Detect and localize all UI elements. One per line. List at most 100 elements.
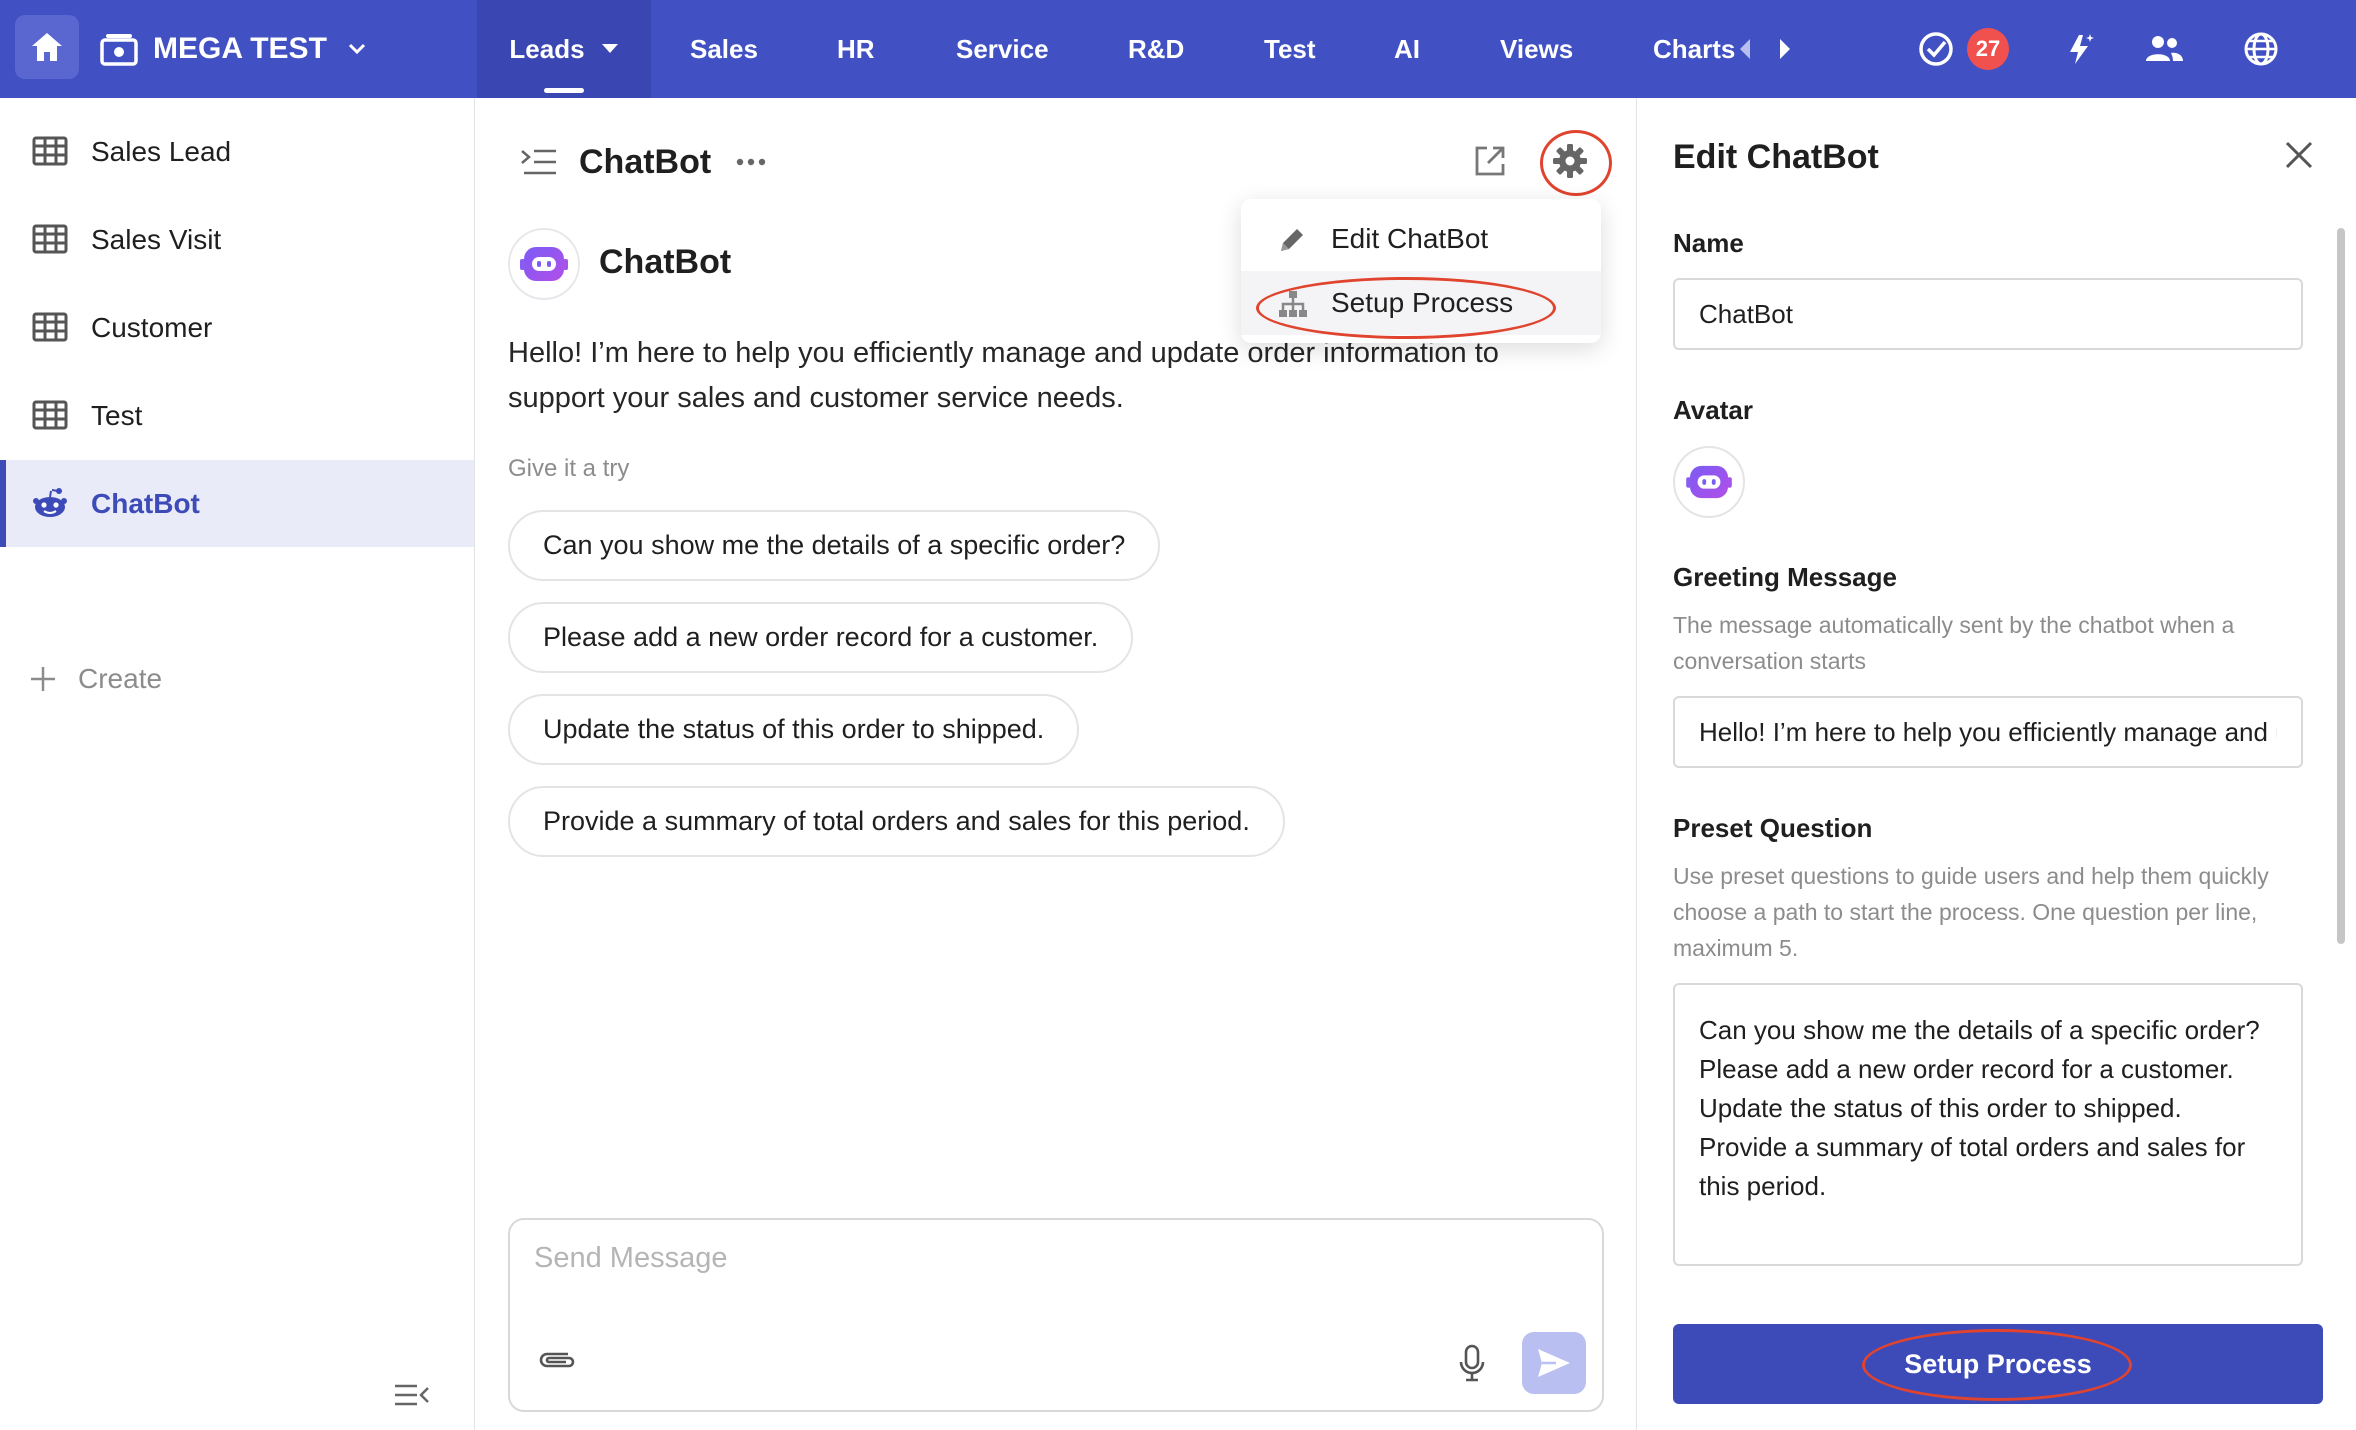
workspace-icon <box>100 34 138 66</box>
sidebar: Sales Lead Sales Visit Customer Test Cha… <box>0 98 475 1430</box>
settings-dropdown-menu: Edit ChatBot Setup Process <box>1241 199 1601 343</box>
pencil-icon <box>1281 229 1303 251</box>
page-title: ChatBot <box>579 143 712 181</box>
paperclip-icon <box>539 1352 575 1368</box>
tab-views[interactable]: Views <box>1500 0 1573 98</box>
greeting-message-field[interactable] <box>1673 696 2303 768</box>
panel-scrollbar[interactable] <box>2337 228 2345 944</box>
suggestion-chip[interactable]: Can you show me the details of a specifi… <box>508 510 1161 581</box>
caret-left-icon <box>1740 39 1750 59</box>
module-tabs: Leads <box>477 0 651 98</box>
plus-icon <box>31 667 55 691</box>
attach-button[interactable] <box>536 1348 578 1377</box>
workspace-name: MEGA TEST <box>153 32 327 65</box>
tab-hr[interactable]: HR <box>837 0 875 98</box>
preset-question-field[interactable] <box>1673 983 2303 1266</box>
close-icon <box>2285 141 2313 169</box>
caret-down-icon <box>601 44 618 53</box>
more-horizontal-icon <box>736 158 766 166</box>
tab-charts[interactable]: Charts <box>1653 0 1735 98</box>
setup-process-button[interactable]: Setup Process <box>1673 1324 2323 1404</box>
more-options-button[interactable] <box>736 154 766 172</box>
table-icon <box>32 136 68 166</box>
preset-question-help: Use preset questions to guide users and … <box>1673 863 2269 961</box>
greeting-message-label: Greeting Message <box>1673 562 1897 592</box>
table-icon <box>32 400 68 430</box>
sidebar-item-label: Sales Visit <box>91 223 222 255</box>
send-button[interactable] <box>1522 1332 1586 1394</box>
chevron-down-icon <box>348 43 365 55</box>
sidebar-item-test[interactable]: Test <box>0 372 474 459</box>
table-icon <box>32 312 68 342</box>
collapse-menu-icon <box>395 1384 429 1406</box>
org-chart-icon <box>1279 291 1307 317</box>
menu-item-label: Edit ChatBot <box>1331 223 1489 254</box>
automation-button[interactable] <box>2054 24 2104 74</box>
lightning-sparkle-icon <box>2070 34 2094 64</box>
home-icon <box>32 33 62 61</box>
tab-label: Leads <box>509 33 585 64</box>
scroll-tabs-right-button[interactable] <box>1770 24 1800 74</box>
tab-leads[interactable]: Leads <box>477 0 651 98</box>
robot-face-icon <box>520 247 568 281</box>
workspace-switcher[interactable]: MEGA TEST <box>99 0 367 98</box>
sidebar-item-sales-lead[interactable]: Sales Lead <box>0 108 474 195</box>
menu-item-setup-process[interactable]: Setup Process <box>1241 271 1601 335</box>
robot-face-icon <box>1686 465 1732 499</box>
active-tab-indicator <box>544 88 584 93</box>
sidebar-item-sales-visit[interactable]: Sales Visit <box>0 196 474 283</box>
suggestion-chip[interactable]: Provide a summary of total orders and sa… <box>508 786 1285 857</box>
button-label: Setup Process <box>1904 1348 2092 1379</box>
tab-ai[interactable]: AI <box>1394 0 1420 98</box>
top-navigation-bar: MEGA TEST Leads Sales HR Service R&D Tes… <box>0 0 2356 98</box>
tab-test[interactable]: Test <box>1264 0 1316 98</box>
message-input[interactable] <box>534 1242 1434 1275</box>
suggestion-chip[interactable]: Please add a new order record for a cust… <box>508 602 1134 673</box>
microphone-icon <box>1459 1344 1485 1382</box>
greeting-message: Hello! I’m here to help you efficiently … <box>508 337 1499 414</box>
avatar-picker[interactable] <box>1673 446 1745 518</box>
create-label: Create <box>78 663 163 694</box>
tab-service[interactable]: Service <box>956 0 1049 98</box>
settings-button[interactable] <box>1551 142 1589 185</box>
create-button[interactable]: Create <box>30 663 162 695</box>
close-button[interactable] <box>2284 140 2314 175</box>
expand-list-icon <box>521 149 556 175</box>
members-button[interactable] <box>2139 24 2189 74</box>
table-icon <box>32 224 68 254</box>
caret-right-icon <box>1780 39 1790 59</box>
chatbot-icon <box>33 488 67 517</box>
suggestion-chip[interactable]: Update the status of this order to shipp… <box>508 694 1080 765</box>
sidebar-item-label: Test <box>91 399 143 431</box>
edit-chatbot-panel: Edit ChatBot Name Avatar Greeting Messag… <box>1636 98 2356 1430</box>
open-external-button[interactable] <box>1473 144 1507 183</box>
sidebar-item-chatbot[interactable]: ChatBot <box>0 460 474 547</box>
collapse-sidebar-button[interactable] <box>393 1382 431 1413</box>
try-it-label: Give it a try <box>508 455 630 482</box>
users-icon <box>2146 36 2183 61</box>
name-field[interactable] <box>1673 278 2303 350</box>
external-link-icon <box>1475 146 1505 176</box>
sidebar-item-customer[interactable]: Customer <box>0 284 474 371</box>
send-icon <box>1538 1349 1570 1377</box>
language-button[interactable] <box>2236 24 2286 74</box>
home-button[interactable] <box>15 15 79 79</box>
voice-input-button[interactable] <box>1458 1344 1486 1387</box>
name-label: Name <box>1673 228 1744 258</box>
menu-item-edit-chatbot[interactable]: Edit ChatBot <box>1241 207 1601 271</box>
preset-question-label: Preset Question <box>1673 813 1873 843</box>
sidebar-item-label: Sales Lead <box>91 135 232 167</box>
tasks-button[interactable] <box>1911 24 1961 74</box>
panel-title: Edit ChatBot <box>1673 138 1879 176</box>
check-circle-icon <box>1919 32 1953 66</box>
scroll-tabs-left-button[interactable] <box>1730 24 1760 74</box>
tab-sales[interactable]: Sales <box>690 0 758 98</box>
tab-rnd[interactable]: R&D <box>1128 0 1184 98</box>
toggle-outline-button[interactable] <box>520 148 558 181</box>
message-composer <box>508 1218 1604 1412</box>
sidebar-item-label: ChatBot <box>91 487 200 519</box>
globe-icon <box>2244 32 2278 66</box>
bot-name: ChatBot <box>599 243 732 281</box>
bot-avatar <box>508 228 580 300</box>
sidebar-item-label: Customer <box>91 311 213 343</box>
